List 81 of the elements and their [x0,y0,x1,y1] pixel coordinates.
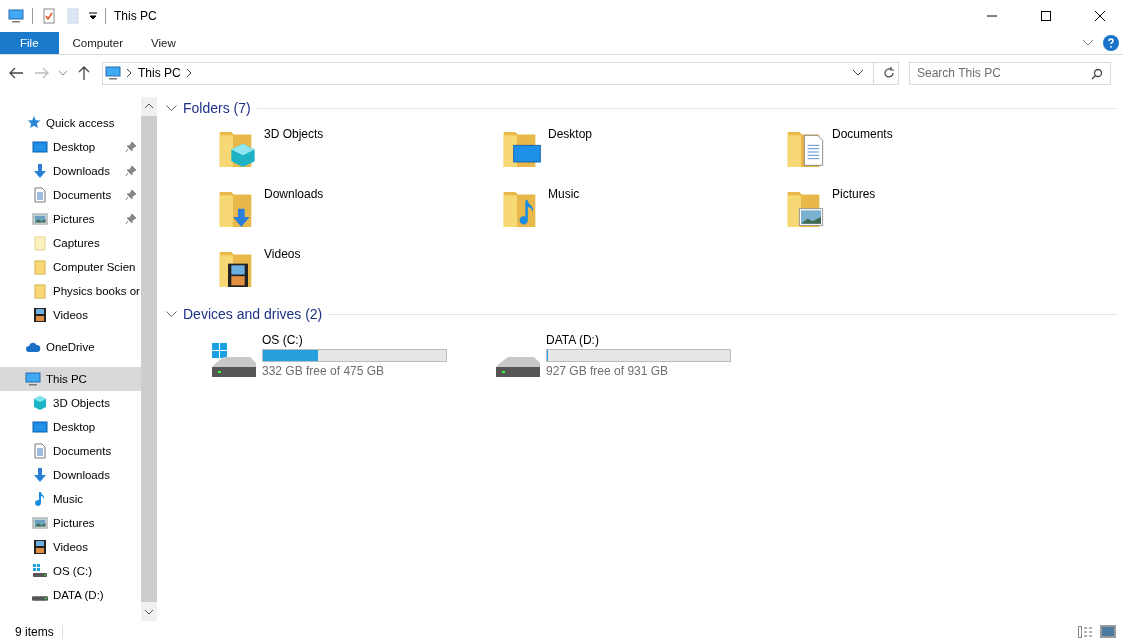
drive-icon [32,563,48,579]
dropdown-icon[interactable] [89,12,97,20]
folder-name[interactable]: Downloads [264,183,324,239]
breadcrumb[interactable]: This PC [138,66,181,80]
down-arrow-icon [32,467,48,483]
group-header: Devices and drives (2) [183,306,323,322]
ribbon-tab[interactable]: File [0,32,59,54]
ribbon-tab[interactable]: Computer [58,32,138,54]
nav-item[interactable]: Quick access [0,111,141,135]
chevron-icon[interactable] [186,69,192,77]
close-icon [1095,11,1105,21]
address-bar[interactable]: This PC [102,61,899,85]
folder-name[interactable]: 3D Objects [264,123,324,179]
picture-icon [32,211,48,227]
caret-icon [59,70,67,76]
folder-name[interactable]: Pictures [832,183,876,239]
film-icon [32,307,48,323]
scrollbar[interactable] [141,97,157,621]
nav-item[interactable]: Music [0,487,141,511]
nav-item[interactable]: 3D Objects [0,391,141,415]
folder-name[interactable]: Videos [264,243,301,299]
nav-item[interactable]: Pictures [0,207,141,231]
nav-item[interactable]: DATA (D:) [0,583,141,607]
large-icons-view-button[interactable] [1097,625,1119,638]
nav-item[interactable]: Desktop [0,415,141,439]
search-field[interactable]: Search This PC [909,61,1111,85]
chevron-icon [166,104,177,112]
nav-item[interactable]: Captures [0,231,141,255]
picture-icon [32,515,48,531]
nav-item[interactable]: Videos [0,303,141,327]
nav-item[interactable]: Downloads [0,463,141,487]
scroll-down-icon[interactable] [145,610,153,615]
properties-icon[interactable] [41,8,57,24]
expand-ribbon-icon[interactable] [1083,40,1093,46]
ribbon-tab[interactable]: View [137,32,190,54]
collapse-toggle[interactable] [166,310,177,318]
collapse-toggle[interactable] [166,104,177,112]
computer-icon [105,65,121,81]
nav-item[interactable]: Computer Scien [0,255,141,279]
folder-name[interactable]: Documents [832,123,893,179]
monitor-icon [32,419,48,435]
folder-name[interactable]: Music [548,183,580,239]
nav-item[interactable]: Videos [0,535,141,559]
computer-icon[interactable] [8,8,24,24]
windows-drive-icon [212,343,256,377]
nav-item[interactable]: This PC [0,367,141,391]
search-icon[interactable] [1091,67,1103,80]
nav-item[interactable]: Documents [0,183,141,207]
nav-item[interactable]: Pictures [0,511,141,535]
monitor-icon [32,139,48,155]
maximize-icon [1041,11,1051,21]
down-arrow-icon [32,163,48,179]
free-space-text: 332 GB free of 475 GB [262,364,386,378]
scroll-up-icon[interactable] [145,103,153,108]
document-icon [32,187,48,203]
nav-item[interactable]: Downloads [0,159,141,183]
folder-icon [32,235,48,251]
nav-item[interactable]: Desktop [0,135,141,159]
nav-item[interactable]: Physics books or [0,279,141,303]
cube-icon [32,395,48,411]
window-title: This PC [114,9,158,23]
folder-icon [32,259,48,275]
drive-name[interactable]: DATA (D:) [546,333,731,347]
chevron-icon [166,310,177,318]
drive-icon [32,595,48,601]
folder-name[interactable]: Desktop [548,123,593,179]
chevron-icon [127,69,132,77]
dropdown-icon[interactable] [853,70,863,76]
folder-icon [32,283,48,299]
nav-item[interactable]: Documents [0,439,141,463]
status-text: 9 items [15,624,63,639]
nav-item[interactable]: OneDrive [0,335,141,359]
computer-icon [25,371,41,387]
drive-icon [496,357,540,377]
group-header: Folders (7) [183,100,251,116]
film-icon [32,539,48,555]
drive-name[interactable]: OS (C:) [262,333,447,347]
nav-item[interactable]: OS (C:) [0,559,141,583]
document-icon [32,443,48,459]
free-space-text: 927 GB free of 931 GB [546,364,670,378]
help-icon[interactable] [1103,35,1119,51]
